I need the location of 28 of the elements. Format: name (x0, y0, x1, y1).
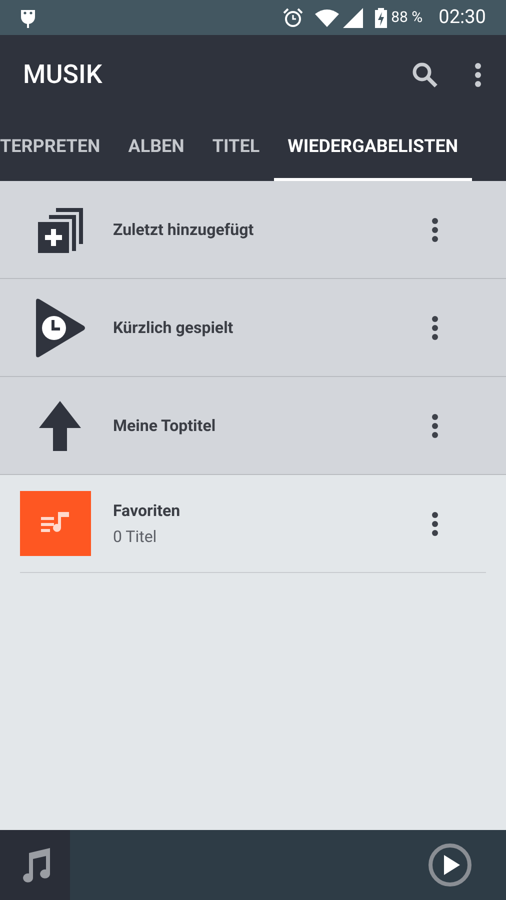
alarm-icon (283, 8, 304, 28)
stacked-plus-icon (36, 206, 84, 254)
play-icon[interactable] (428, 843, 472, 887)
arrow-up-icon (38, 400, 82, 452)
tab[interactable]: TITEL (198, 115, 274, 181)
search-icon[interactable] (412, 62, 438, 88)
play-clock-icon (34, 298, 86, 358)
more-options-icon[interactable] (431, 218, 439, 242)
playlist-item[interactable]: Zuletzt hinzugefügt (0, 181, 506, 279)
signal-icon (343, 8, 364, 28)
wifi-icon (315, 8, 340, 26)
playlist-title: Favoriten (113, 500, 182, 522)
battery-charging-icon (375, 8, 388, 28)
track-count: 0 Titel (113, 526, 158, 548)
more-options-icon[interactable] (474, 63, 482, 87)
more-options-icon[interactable] (431, 414, 439, 438)
more-options-icon[interactable] (431, 316, 439, 340)
clock: 02:30 (438, 4, 486, 30)
tab[interactable]: TERPRETEN (0, 115, 114, 181)
playlist-item[interactable]: Meine Toptitel (0, 377, 506, 475)
tab[interactable]: ALBEN (114, 115, 198, 181)
app-title: MUSIK (23, 58, 104, 92)
playlist-item[interactable]: Kürzlich gespielt (0, 279, 506, 377)
playlist-title: Zuletzt hinzugefügt (113, 218, 255, 240)
playlist-title: Meine Toptitel (113, 414, 217, 436)
more-options-icon[interactable] (431, 512, 439, 536)
playlist-title: Kürzlich gespielt (113, 316, 234, 338)
battery-percent: 88 % (391, 7, 423, 28)
